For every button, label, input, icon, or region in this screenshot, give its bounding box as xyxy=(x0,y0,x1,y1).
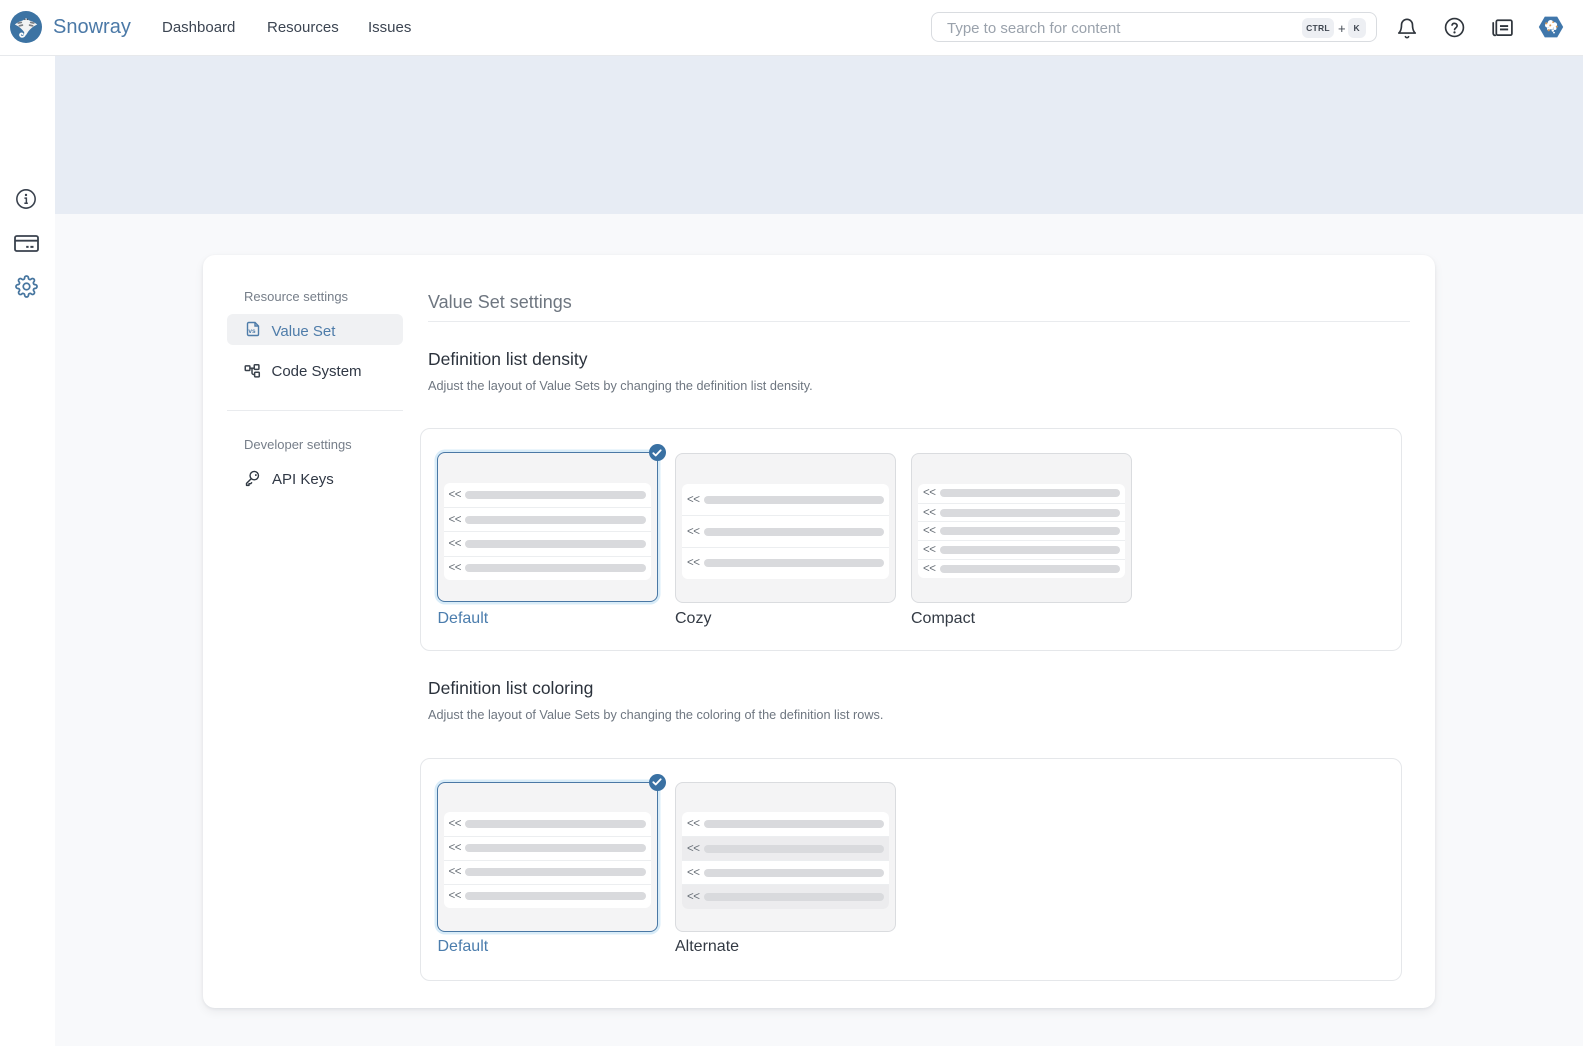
svg-text:vs: vs xyxy=(248,328,256,335)
